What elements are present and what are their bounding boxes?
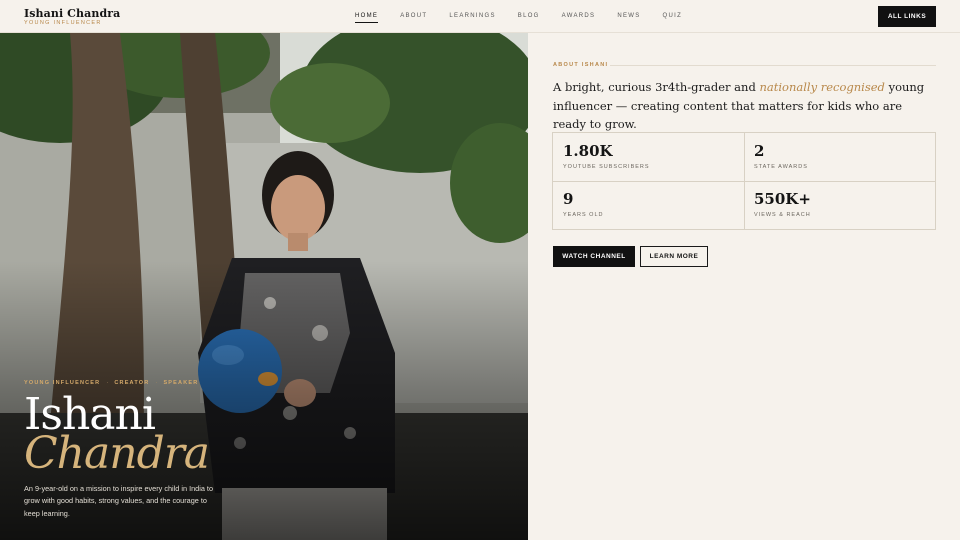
about-divider: [610, 65, 936, 66]
stat-card-age: 9 YEARS OLD: [553, 181, 745, 230]
brand-name: Ishani Chandra: [24, 7, 121, 20]
stat-value: 2: [754, 142, 765, 160]
stat-value: 9: [563, 190, 574, 208]
nav-item-blog[interactable]: BLOG: [518, 12, 540, 20]
brand-subtitle: YOUNG INFLUENCER: [24, 20, 102, 26]
hero-section: YOUNG INFLUENCER · CREATOR · SPEAKER Ish…: [0, 33, 528, 540]
stats-grid: 1.80K YOUTUBE SUBSCRIBERS 2 STATE AWARDS…: [552, 132, 936, 230]
watch-channel-button[interactable]: WATCH CHANNEL: [553, 246, 635, 267]
nav-item-home[interactable]: HOME: [355, 12, 379, 23]
hero-last-name: Chandra: [24, 428, 210, 479]
nav-item-learnings[interactable]: LEARNINGS: [449, 12, 495, 20]
tag-separator-dot: ·: [106, 380, 109, 386]
site-header: Ishani Chandra YOUNG INFLUENCER HOME ABO…: [0, 0, 960, 33]
stat-card-subscribers: 1.80K YOUTUBE SUBSCRIBERS: [553, 133, 745, 182]
stat-label: YEARS OLD: [563, 212, 604, 218]
nav-item-quiz[interactable]: QUIZ: [663, 12, 683, 20]
nav-item-awards[interactable]: AWARDS: [562, 12, 596, 20]
hero-tags: YOUNG INFLUENCER · CREATOR · SPEAKER: [24, 380, 198, 386]
stat-value: 550K+: [754, 190, 811, 208]
about-intro-text: A bright, curious 3r4th-grader and natio…: [553, 78, 933, 134]
stat-card-awards: 2 STATE AWARDS: [744, 133, 936, 182]
stat-label: YOUTUBE SUBSCRIBERS: [563, 164, 650, 170]
hero-tag-influencer: YOUNG INFLUENCER: [24, 380, 101, 386]
stat-label: VIEWS & REACH: [754, 212, 811, 218]
tag-separator-dot: ·: [155, 380, 158, 386]
brand-logo[interactable]: Ishani Chandra YOUNG INFLUENCER: [24, 8, 120, 27]
nav-item-about[interactable]: ABOUT: [400, 12, 427, 20]
learn-more-button[interactable]: LEARN MORE: [640, 246, 708, 267]
about-text-highlight: nationally recognised: [759, 80, 885, 94]
hero-tag-speaker: SPEAKER: [163, 380, 199, 386]
main-nav: HOME ABOUT LEARNINGS BLOG AWARDS NEWS QU…: [355, 12, 704, 23]
stat-value: 1.80K: [563, 142, 613, 160]
hero-description: An 9-year-old on a mission to inspire ev…: [24, 484, 214, 518]
stat-label: STATE AWARDS: [754, 164, 808, 170]
all-links-button[interactable]: ALL LINKS: [878, 6, 936, 27]
nav-item-news[interactable]: NEWS: [617, 12, 640, 20]
hero-tag-creator: CREATOR: [114, 380, 150, 386]
about-section-label: ABOUT ISHANI: [553, 62, 609, 68]
about-text-start: A bright, curious 3r4th-grader and: [553, 80, 760, 94]
stat-card-views: 550K+ VIEWS & REACH: [744, 181, 936, 230]
